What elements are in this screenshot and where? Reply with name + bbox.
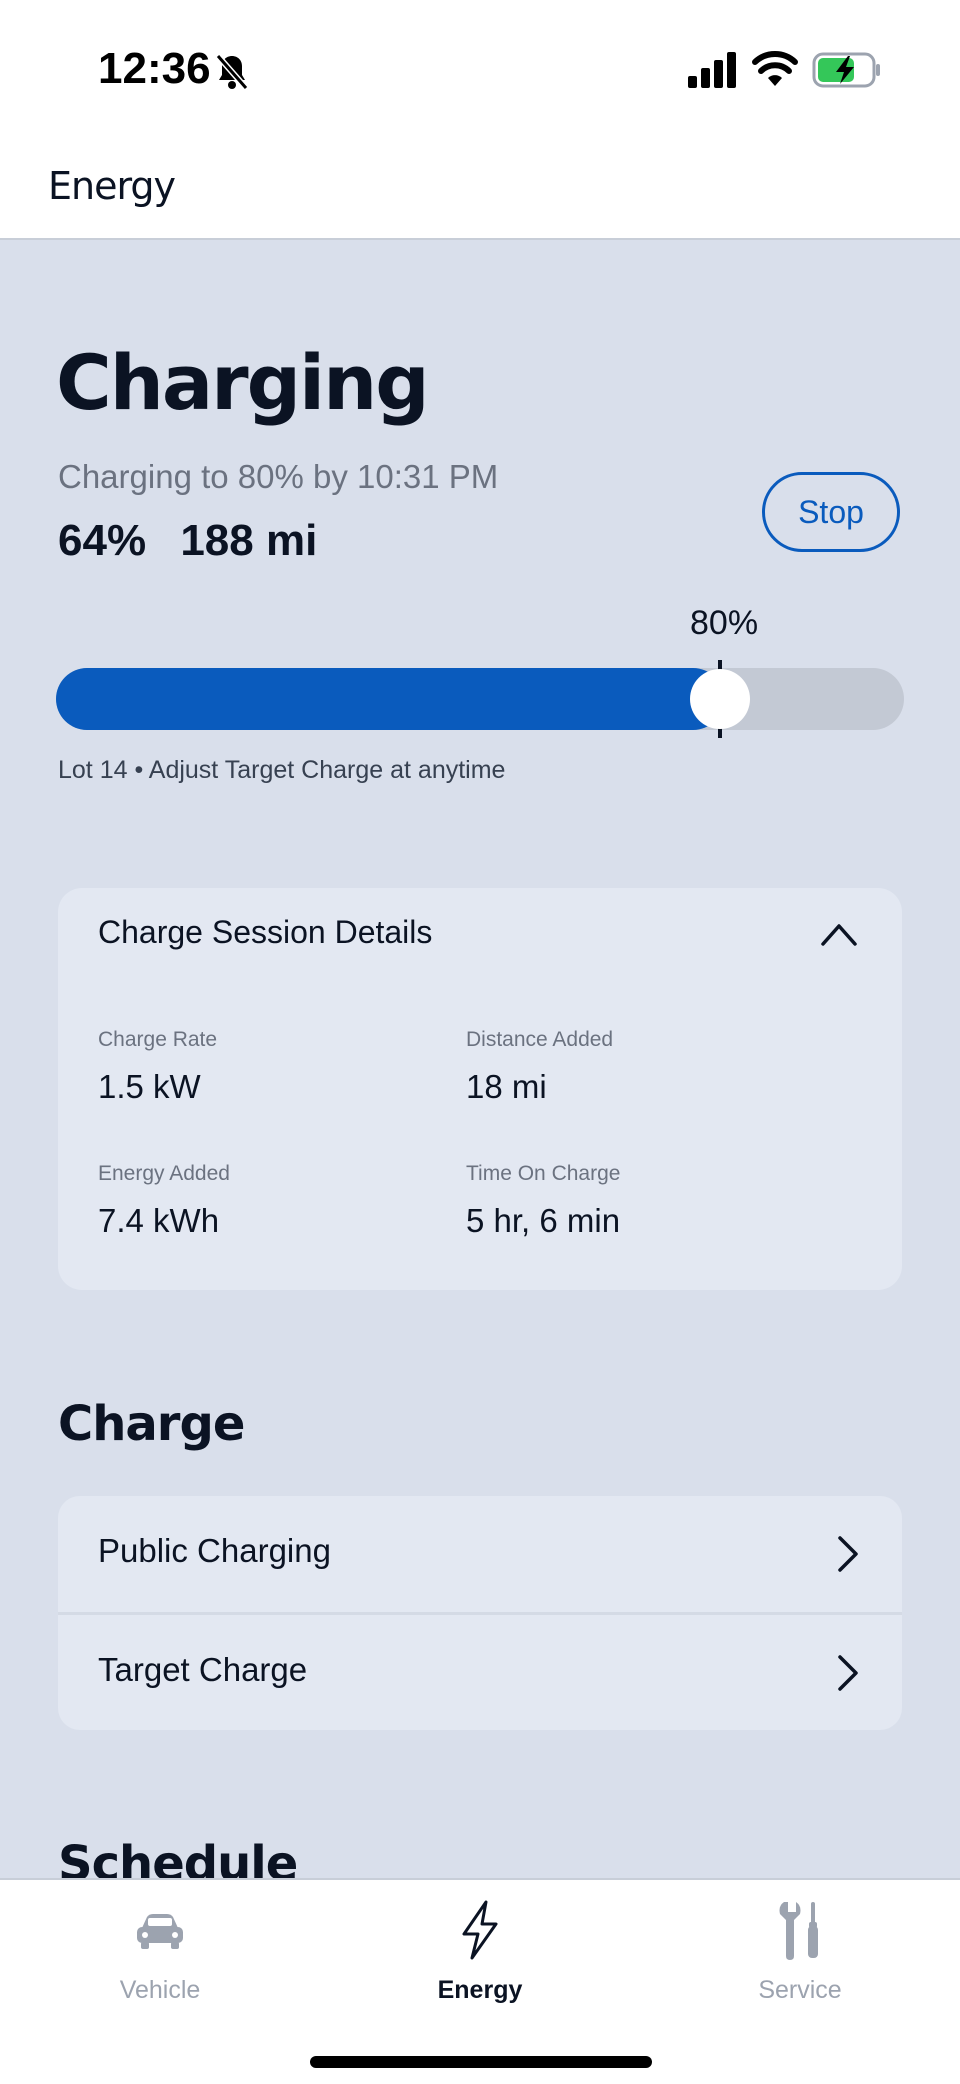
list-item-label: Public Charging bbox=[98, 1532, 331, 1569]
energy-added-label: Energy Added bbox=[98, 1162, 230, 1185]
cellular-signal-icon bbox=[688, 52, 736, 88]
chevron-up-icon[interactable] bbox=[820, 920, 858, 948]
page-title: Energy bbox=[48, 164, 176, 208]
status-time: 12:36 bbox=[98, 44, 211, 93]
bottom-tab-bar: Vehicle Energy Service bbox=[0, 1878, 960, 2084]
battery-range: 188 mi bbox=[180, 516, 318, 565]
charge-section-title: Charge bbox=[58, 1396, 245, 1452]
app-header: Energy bbox=[0, 130, 960, 240]
charge-rate-label: Charge Rate bbox=[98, 1028, 218, 1051]
charge-progress-bar[interactable] bbox=[56, 668, 904, 730]
lightning-icon bbox=[462, 1900, 498, 1960]
chevron-right-icon bbox=[838, 1536, 858, 1572]
charging-title: Charging bbox=[56, 338, 430, 427]
time-on-charge-value: 5 hr, 6 min bbox=[466, 1202, 621, 1239]
wifi-icon bbox=[752, 51, 798, 86]
status-bar: 12:36 bbox=[0, 0, 960, 130]
list-item-target-charge[interactable]: Target Charge bbox=[58, 1615, 902, 1730]
charge-session-details-card: Charge Session Details Charge Rate 1.5 k… bbox=[58, 888, 902, 1290]
bell-muted-icon bbox=[215, 54, 249, 90]
distance-added-label: Distance Added bbox=[466, 1028, 614, 1051]
distance-added-value: 18 mi bbox=[466, 1068, 547, 1105]
energy-added-value: 7.4 kWh bbox=[98, 1202, 220, 1239]
charge-session-details-title[interactable]: Charge Session Details bbox=[98, 914, 432, 951]
charge-stats: 64% 188 mi bbox=[58, 516, 317, 566]
charge-options-list: Public Charging Target Charge bbox=[58, 1496, 902, 1730]
stop-button[interactable]: Stop bbox=[762, 472, 900, 552]
tools-icon bbox=[779, 1902, 818, 1960]
home-indicator bbox=[310, 2056, 652, 2068]
tab-service[interactable]: Service bbox=[640, 1880, 960, 2030]
tab-vehicle[interactable]: Vehicle bbox=[0, 1880, 320, 2030]
battery-charging-icon bbox=[812, 52, 880, 88]
list-item-public-charging[interactable]: Public Charging bbox=[58, 1496, 902, 1612]
charge-progress-fill bbox=[56, 668, 724, 730]
location-note: Lot 14 • Adjust Target Charge at anytime bbox=[58, 756, 506, 784]
tab-label: Service bbox=[758, 1976, 842, 2004]
battery-percent: 64% bbox=[58, 516, 147, 565]
time-on-charge-label: Time On Charge bbox=[466, 1162, 621, 1185]
charge-rate-value: 1.5 kW bbox=[98, 1068, 201, 1105]
charging-subtitle: Charging to 80% by 10:31 PM bbox=[58, 458, 499, 495]
target-charge-label: 80% bbox=[690, 604, 759, 642]
car-icon bbox=[137, 1914, 183, 1949]
tab-label: Energy bbox=[437, 1976, 523, 2004]
chevron-right-icon bbox=[838, 1655, 858, 1691]
tab-label: Vehicle bbox=[119, 1976, 201, 2004]
target-charge-slider-handle[interactable] bbox=[690, 669, 750, 729]
list-item-label: Target Charge bbox=[98, 1651, 308, 1688]
tab-energy[interactable]: Energy bbox=[320, 1880, 640, 2030]
